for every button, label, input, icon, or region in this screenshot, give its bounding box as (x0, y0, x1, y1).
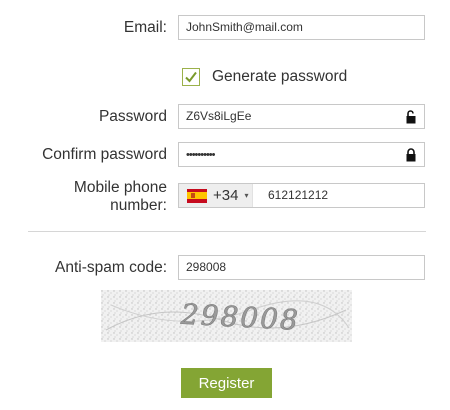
unlock-icon[interactable] (405, 110, 417, 124)
country-code-selector[interactable]: +34 ▾ (179, 184, 253, 207)
captcha-image: 298008 (101, 290, 352, 342)
dial-code: +34 (213, 187, 239, 204)
email-label: Email: (123, 19, 167, 36)
mobile-phone-label-line1: Mobile phone (73, 179, 167, 196)
phone-number-input[interactable]: 612121212 (268, 184, 328, 207)
chevron-down-icon: ▾ (244, 191, 249, 200)
antispam-field[interactable]: 298008 (178, 255, 425, 280)
spain-flag-icon (187, 188, 207, 203)
mobile-phone-label-line2: number: (110, 197, 167, 214)
confirm-password-label: Confirm password (42, 146, 167, 163)
mobile-phone-field[interactable]: +34 ▾ 612121212 (178, 183, 425, 208)
lock-icon[interactable] (405, 148, 417, 162)
email-field[interactable]: JohnSmith@mail.com (178, 15, 425, 40)
password-field[interactable]: Z6Vs8iLgEe (178, 104, 425, 129)
generate-password-option[interactable]: Generate password (182, 66, 347, 88)
section-divider (28, 231, 426, 232)
captcha-text: 298008 (179, 298, 300, 337)
register-button[interactable]: Register (181, 368, 272, 398)
generate-password-label: Generate password (212, 68, 348, 85)
generate-password-checkbox[interactable] (182, 68, 200, 86)
antispam-label: Anti-spam code: (55, 259, 167, 276)
password-value: Z6Vs8iLgEe (186, 109, 252, 123)
confirm-password-field[interactable]: •••••••••• (178, 142, 425, 167)
confirm-password-value: •••••••••• (186, 149, 215, 161)
mobile-phone-label: Mobile phone number: (74, 179, 167, 215)
password-label: Password (98, 108, 167, 125)
checkmark-icon (185, 71, 197, 83)
